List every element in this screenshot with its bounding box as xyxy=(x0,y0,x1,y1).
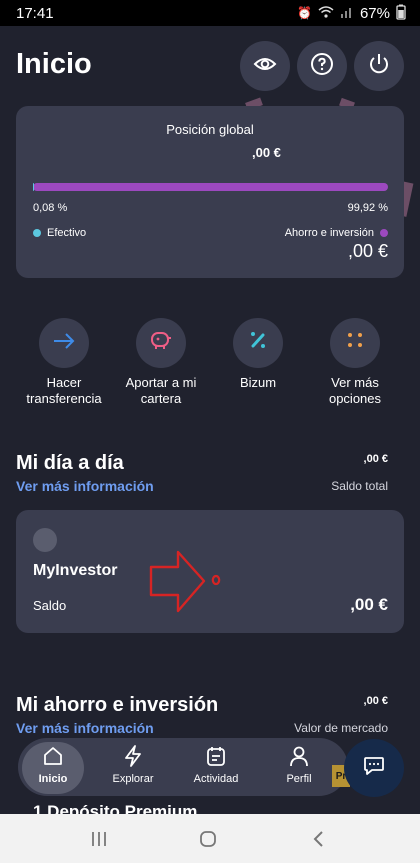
cash-dot-icon xyxy=(33,229,41,237)
arrow-right-icon xyxy=(53,332,75,355)
savings-title: Mi ahorro e inversión xyxy=(16,694,219,716)
more-options-action[interactable]: Ver más opciones xyxy=(305,318,405,407)
bizum-icon xyxy=(248,330,268,356)
invest-amount: ,00 € xyxy=(347,241,388,261)
day-to-day-amount-label: Saldo total xyxy=(331,479,388,493)
system-nav-bar xyxy=(0,814,420,863)
page-title: Inicio xyxy=(16,48,92,80)
global-position-card[interactable]: Posición global ,00 € 0,08 % 99,92 % Efe… xyxy=(16,106,404,278)
battery-percent: 67% xyxy=(359,4,390,22)
nav-activity[interactable]: Actividad xyxy=(181,745,251,785)
status-time: 17:41 xyxy=(16,4,54,22)
user-icon xyxy=(264,745,334,769)
bizum-action[interactable]: Bizum xyxy=(208,318,308,391)
calendar-icon xyxy=(181,745,251,769)
bizum-label: Bizum xyxy=(239,375,277,390)
chat-icon xyxy=(362,754,386,783)
bottom-nav: Inicio Explorar Actividad Perfil xyxy=(18,738,348,796)
nav-explore-label: Explorar xyxy=(112,773,154,785)
day-to-day-title: Mi día a día xyxy=(16,452,124,474)
signal-icon xyxy=(340,6,354,21)
back-icon[interactable] xyxy=(303,826,333,852)
nav-home[interactable]: Inicio xyxy=(18,742,88,794)
lightning-icon xyxy=(98,745,168,769)
contribute-label: Aportar a mi cartera xyxy=(125,375,197,406)
global-position-amount: ,00 € xyxy=(252,145,281,160)
day-to-day-amount: ,00 € xyxy=(363,453,388,465)
toggle-visibility-button[interactable] xyxy=(240,41,290,91)
nav-home-label: Inicio xyxy=(38,773,68,785)
cash-legend: Efectivo xyxy=(33,227,86,239)
nav-activity-label: Actividad xyxy=(193,773,239,785)
alarm-icon: ⏰ xyxy=(297,6,312,20)
home-icon xyxy=(18,745,88,769)
contribute-action[interactable]: Aportar a mi cartera xyxy=(111,318,211,407)
recent-apps-icon[interactable] xyxy=(84,826,114,852)
contribute-button[interactable] xyxy=(136,318,186,368)
status-bar: 17:41 ⏰ 67% xyxy=(0,0,420,26)
annotation-arrow-icon xyxy=(149,550,221,613)
transfer-label: Hacer transferencia xyxy=(26,375,102,406)
nav-profile[interactable]: Perfil xyxy=(264,745,334,785)
quick-actions: Hacer transferencia Aportar a mi cartera… xyxy=(0,318,420,418)
chat-button[interactable] xyxy=(344,739,404,797)
savings-amount: ,00 € xyxy=(363,695,388,707)
global-position-title: Posición global xyxy=(166,122,254,137)
cash-legend-label: Efectivo xyxy=(47,227,87,239)
day-to-day-more-link[interactable]: Ver más información xyxy=(16,478,154,494)
invest-legend-label: Ahorro e inversión xyxy=(284,227,374,239)
piggy-bank-icon xyxy=(149,329,173,357)
logout-button[interactable] xyxy=(354,41,404,91)
home-system-icon[interactable] xyxy=(193,826,223,852)
more-options-button[interactable] xyxy=(330,318,380,368)
cash-percent: 0,08 % xyxy=(33,202,68,214)
transfer-button[interactable] xyxy=(39,318,89,368)
transfer-action[interactable]: Hacer transferencia xyxy=(14,318,114,407)
account-name: MyInvestor xyxy=(33,562,118,579)
help-button[interactable] xyxy=(297,41,347,91)
grid-dots-icon xyxy=(345,330,365,356)
invest-legend: Ahorro e inversión xyxy=(285,227,388,239)
more-options-label: Ver más opciones xyxy=(328,375,382,406)
bizum-button[interactable] xyxy=(233,318,283,368)
eye-icon xyxy=(253,52,277,81)
status-icons: ⏰ 67% xyxy=(297,4,406,23)
help-icon xyxy=(310,52,334,81)
nav-profile-label: Perfil xyxy=(286,773,312,785)
wifi-icon xyxy=(318,5,334,21)
invest-percent: 99,92 % xyxy=(347,202,388,214)
savings-amount-label: Valor de mercado xyxy=(294,721,388,735)
battery-icon xyxy=(396,4,406,23)
account-logo xyxy=(33,528,57,552)
savings-more-link[interactable]: Ver más información xyxy=(16,720,154,736)
account-balance: ,00 € xyxy=(350,595,388,614)
nav-explore[interactable]: Explorar xyxy=(98,745,168,785)
invest-dot-icon xyxy=(380,229,388,237)
account-balance-label: Saldo xyxy=(33,598,67,613)
power-icon xyxy=(367,52,391,81)
allocation-bar xyxy=(33,183,388,191)
